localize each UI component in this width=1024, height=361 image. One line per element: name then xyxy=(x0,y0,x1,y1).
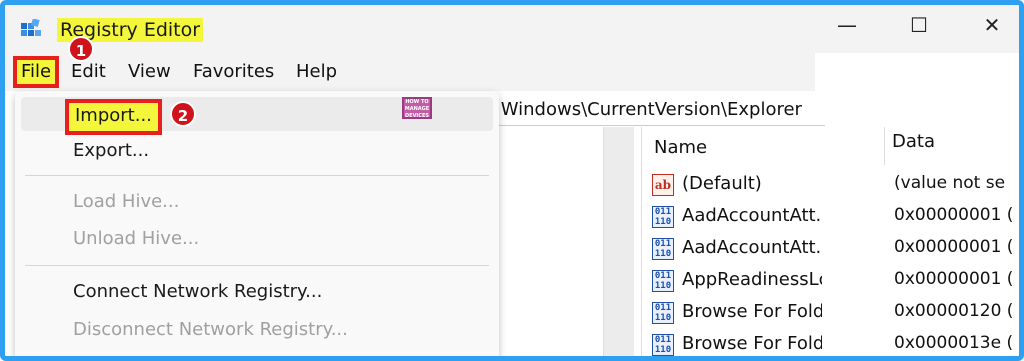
menu-separator xyxy=(25,175,489,176)
menu-favorites[interactable]: Favorites xyxy=(193,60,274,84)
registry-editor-window: Registry Editor — ☐ ✕ File Edit View Fav… xyxy=(0,0,1024,361)
minimize-button[interactable]: — xyxy=(827,11,867,39)
value-data: 0x00000001 ( xyxy=(894,237,1014,257)
menu-bar: File Edit View Favorites Help xyxy=(5,53,815,91)
title-bar: Registry Editor — ☐ ✕ xyxy=(5,5,1019,53)
value-data: (value not se xyxy=(894,173,1006,193)
dword-value-icon: 011 110 xyxy=(652,302,674,324)
menu-edit[interactable]: Edit xyxy=(71,60,106,84)
value-data: 0x00000001 ( xyxy=(894,269,1014,289)
menu-file[interactable]: File xyxy=(13,56,59,88)
registry-editor-icon xyxy=(21,19,41,36)
value-name: AppReadinessLc xyxy=(682,269,822,290)
value-data: 0x0000013e ( xyxy=(894,333,1014,353)
value-row[interactable]: 011 110 Browse For Fold 0x00000120 ( xyxy=(642,297,1019,329)
menu-item-load-hive[interactable]: Load Hive... xyxy=(73,190,179,214)
menu-item-connect-network-registry[interactable]: Connect Network Registry... xyxy=(73,280,322,304)
value-row[interactable]: 011 110 Browse For Fold 0x0000013e ( xyxy=(642,329,1019,356)
column-header-name[interactable]: Name xyxy=(654,137,707,158)
menu-view[interactable]: View xyxy=(128,60,171,84)
value-row[interactable]: 011 110 AppReadinessLc 0x00000001 ( xyxy=(642,265,1019,297)
value-data: 0x00000001 ( xyxy=(894,205,1014,225)
dword-value-icon: 011 110 xyxy=(652,334,674,356)
menu-help[interactable]: Help xyxy=(296,60,337,84)
close-button[interactable]: ✕ xyxy=(972,11,1012,39)
step-badge-2: 2 xyxy=(170,101,196,127)
menu-item-disconnect-network-registry[interactable]: Disconnect Network Registry... xyxy=(73,318,348,342)
dword-value-icon: 011 110 xyxy=(652,270,674,292)
maximize-button[interactable]: ☐ xyxy=(899,11,939,39)
dword-value-icon: 011 110 xyxy=(652,206,674,228)
value-data: 0x00000120 ( xyxy=(894,301,1014,321)
how-to-manage-devices-logo: HOW TO MANAGE DEVICES xyxy=(402,97,432,119)
value-row[interactable]: ab (Default) (value not se xyxy=(642,169,1019,201)
values-pane: Name Data ab (Default) (value not se 011… xyxy=(641,127,1019,356)
menu-item-unload-hive[interactable]: Unload Hive... xyxy=(73,227,199,251)
key-tree-pane[interactable] xyxy=(495,127,603,356)
value-row[interactable]: 011 110 AadAccountAtt. 0x00000001 ( xyxy=(642,201,1019,233)
menu-separator xyxy=(25,265,489,266)
menu-item-export[interactable]: Export... xyxy=(73,139,149,163)
string-value-icon: ab xyxy=(652,174,674,196)
value-name: Browse For Fold xyxy=(682,333,822,354)
value-name: AadAccountAtt. xyxy=(682,205,822,226)
step-badge-1: 1 xyxy=(68,36,94,62)
tree-scrollbar[interactable] xyxy=(603,127,634,356)
column-header-data[interactable]: Data xyxy=(892,131,935,152)
file-menu-dropdown: Import... Export... Load Hive... Unload … xyxy=(15,91,499,356)
address-bar[interactable]: .Windows\CurrentVersion\Explorer xyxy=(495,95,825,126)
dword-value-icon: 011 110 xyxy=(652,238,674,260)
value-name: Browse For Fold xyxy=(682,301,822,322)
value-name: AadAccountAtt. xyxy=(682,237,822,258)
value-name: (Default) xyxy=(682,173,762,194)
menu-item-import[interactable]: Import... xyxy=(65,99,162,135)
value-row[interactable]: 011 110 AadAccountAtt. 0x00000001 ( xyxy=(642,233,1019,265)
column-divider[interactable] xyxy=(884,127,885,165)
